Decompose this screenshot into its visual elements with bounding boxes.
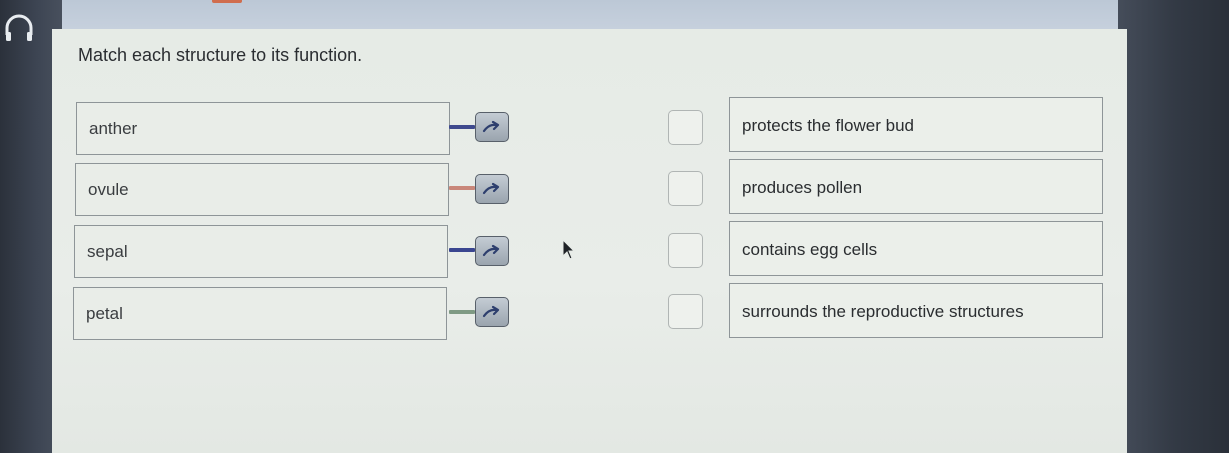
answer-box-protects-bud[interactable]: protects the flower bud: [729, 97, 1103, 152]
answer-label: protects the flower bud: [742, 116, 914, 135]
connector-line: [449, 125, 475, 129]
question-panel: Match each structure to its function. an…: [52, 29, 1127, 453]
screen-bezel-right: [1118, 0, 1229, 453]
arrow-right-icon: [482, 120, 500, 133]
term-box-anther[interactable]: anther: [76, 102, 450, 155]
headphone-icon[interactable]: [3, 13, 35, 45]
drop-target-box[interactable]: [668, 233, 703, 268]
term-box-sepal[interactable]: sepal: [74, 225, 448, 278]
term-box-petal[interactable]: petal: [73, 287, 447, 340]
term-label: petal: [86, 304, 123, 323]
term-label: ovule: [88, 180, 129, 199]
connector-line: [449, 310, 475, 314]
instruction-text: Match each structure to its function.: [78, 45, 363, 65]
mouse-cursor-icon: [562, 238, 578, 261]
answer-label: surrounds the reproductive structures: [742, 302, 1024, 321]
answer-label: produces pollen: [742, 178, 863, 197]
answer-box-surrounds-structures[interactable]: surrounds the reproductive structures: [729, 283, 1103, 338]
match-arrow-button[interactable]: [475, 112, 509, 142]
arrow-right-icon: [482, 182, 500, 195]
drop-target-box[interactable]: [668, 110, 703, 145]
term-label: sepal: [87, 242, 128, 261]
answer-label: contains egg cells: [742, 240, 878, 259]
arrow-right-icon: [482, 305, 500, 318]
answer-box-produces-pollen[interactable]: produces pollen: [729, 159, 1103, 214]
drop-target-box[interactable]: [668, 171, 703, 206]
connector-line: [449, 248, 475, 252]
term-box-ovule[interactable]: ovule: [75, 163, 449, 216]
top-bar: [62, 0, 1118, 29]
match-arrow-button[interactable]: [475, 174, 509, 204]
match-arrow-button[interactable]: [475, 236, 509, 266]
top-bar-accent: [212, 0, 242, 3]
answer-box-egg-cells[interactable]: contains egg cells: [729, 221, 1103, 276]
connector-line: [449, 186, 475, 190]
arrow-right-icon: [482, 244, 500, 257]
match-arrow-button[interactable]: [475, 297, 509, 327]
term-label: anther: [89, 119, 138, 138]
drop-target-box[interactable]: [668, 294, 703, 329]
